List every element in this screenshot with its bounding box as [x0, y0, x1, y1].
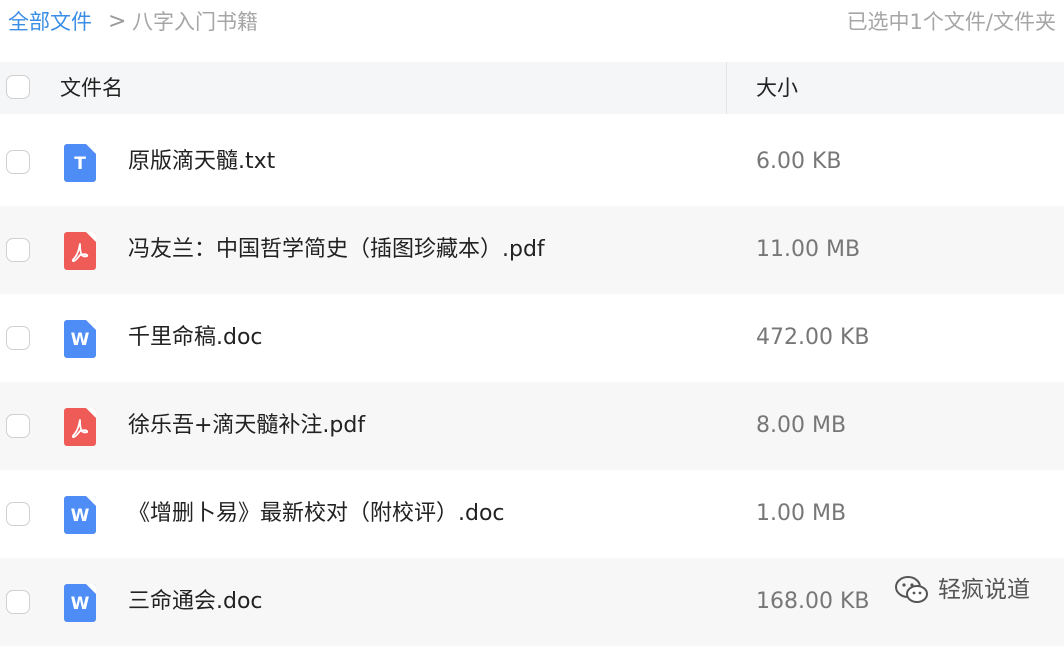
breadcrumb-current: 八字入门书籍 [132, 10, 258, 34]
row-checkbox[interactable] [6, 238, 30, 262]
row-checkbox[interactable] [6, 414, 30, 438]
file-name[interactable]: 冯友兰：中国哲学简史（插图珍藏本）.pdf [128, 234, 545, 266]
wechat-icon [895, 576, 928, 603]
doc-file-icon: W [64, 320, 96, 358]
breadcrumb-separator-icon: > [108, 9, 127, 34]
watermark-text: 轻疯说道 [938, 577, 1030, 603]
file-size: 11.00 MB [756, 237, 861, 262]
row-checkbox[interactable] [6, 590, 30, 614]
file-name[interactable]: 徐乐吾+滴天髓补注.pdf [128, 410, 365, 442]
watermark: 轻疯说道 [894, 572, 1030, 608]
pdf-file-icon [64, 408, 96, 446]
file-row[interactable]: 冯友兰：中国哲学简史（插图珍藏本）.pdf 11.00 MB [0, 206, 1064, 294]
file-row[interactable]: T 原版滴天髓.txt 6.00 KB [0, 118, 1064, 206]
breadcrumb-root-link[interactable]: 全部文件 [8, 6, 92, 38]
doc-file-icon: W [64, 496, 96, 534]
row-checkbox[interactable] [6, 150, 30, 174]
file-row[interactable]: W 千里命稿.doc 472.00 KB [0, 294, 1064, 382]
file-list: T 原版滴天髓.txt 6.00 KB 冯友兰：中国哲学简史（插图珍藏本）.pd… [0, 118, 1064, 646]
file-name[interactable]: 千里命稿.doc [128, 322, 263, 354]
file-row[interactable]: W 《增删卜易》最新校对（附校评）.doc 1.00 MB [0, 470, 1064, 558]
file-size: 168.00 KB [756, 589, 870, 614]
row-checkbox[interactable] [6, 326, 30, 350]
doc-file-icon: W [64, 584, 96, 622]
file-name[interactable]: 《增删卜易》最新校对（附校评）.doc [128, 498, 505, 530]
column-header-size[interactable]: 大小 [756, 72, 798, 104]
row-checkbox[interactable] [6, 502, 30, 526]
pdf-file-icon [64, 232, 96, 270]
file-size: 472.00 KB [756, 325, 870, 350]
file-size: 8.00 MB [756, 413, 847, 438]
selection-info: 已选中1个文件/文件夹 [846, 10, 1056, 34]
column-divider[interactable] [726, 62, 727, 114]
file-list-header: 文件名 大小 [0, 62, 1064, 114]
txt-file-icon: T [64, 144, 96, 182]
top-bar: 全部文件 > 八字入门书籍 已选中1个文件/文件夹 [0, 0, 1064, 46]
file-size: 6.00 KB [756, 149, 842, 174]
file-name[interactable]: 三命通会.doc [128, 586, 263, 618]
file-name[interactable]: 原版滴天髓.txt [128, 146, 275, 178]
file-row[interactable]: 徐乐吾+滴天髓补注.pdf 8.00 MB [0, 382, 1064, 470]
column-header-name[interactable]: 文件名 [60, 72, 123, 104]
select-all-checkbox[interactable] [6, 75, 30, 99]
file-size: 1.00 MB [756, 501, 847, 526]
